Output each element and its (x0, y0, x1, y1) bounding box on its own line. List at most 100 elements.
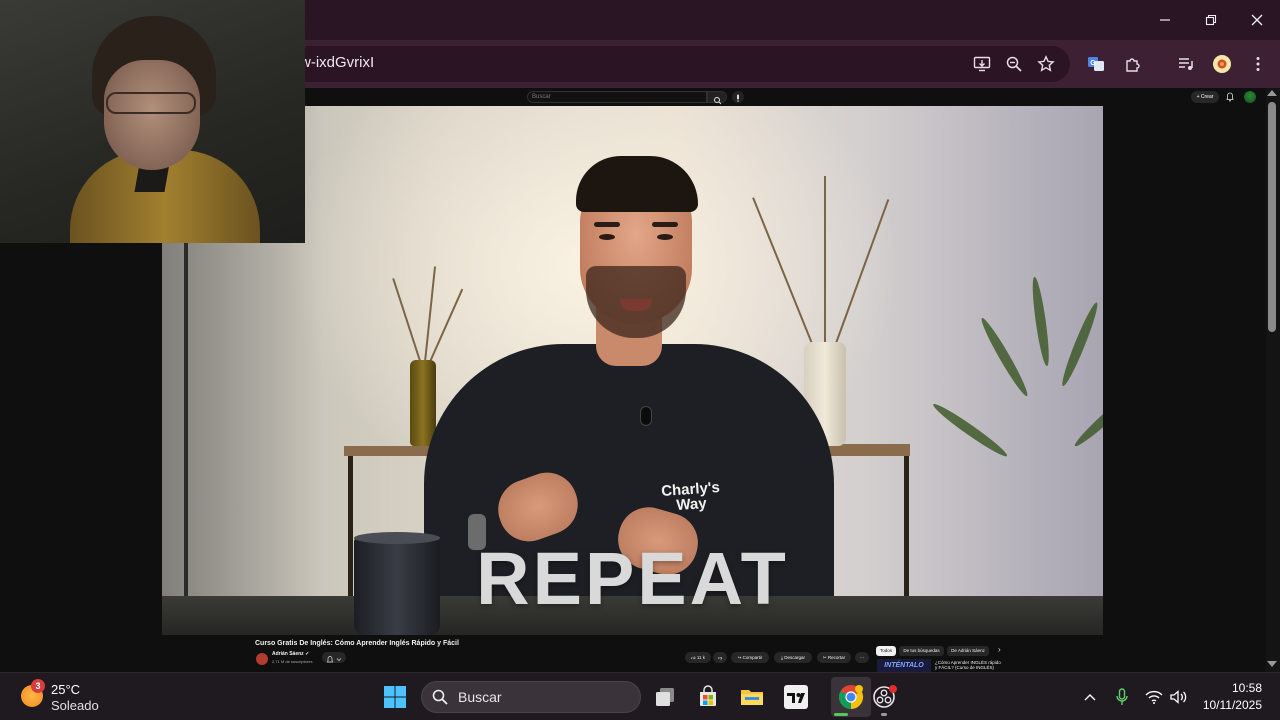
weather-condition[interactable]: Soleado (51, 698, 99, 713)
voice-search-button[interactable] (732, 91, 744, 103)
chrome-running-indicator (834, 713, 848, 716)
taskbar-chrome[interactable] (833, 679, 869, 715)
share-icon: ↪ (737, 655, 742, 660)
taskbar-obs-app[interactable] (866, 679, 902, 715)
taskbar-file-explorer[interactable] (734, 679, 770, 715)
taskbar-tradingview[interactable] (778, 679, 814, 715)
plant-leaf (977, 315, 1032, 399)
install-app-icon[interactable] (968, 50, 996, 78)
volume-icon[interactable] (1168, 687, 1188, 707)
subscription-bell-button[interactable] (322, 652, 346, 663)
download-button[interactable]: ⤓ Descargar (774, 652, 812, 663)
recommended-video-thumbnail[interactable]: INTÉNTALO (877, 659, 931, 672)
channel-avatar[interactable] (256, 653, 268, 665)
youtube-search-button[interactable] (707, 91, 727, 105)
chip-from-channel[interactable]: De Adrián Sáenz (947, 646, 989, 656)
clip-button[interactable]: ✂ Recortar (817, 652, 851, 663)
chip-from-searches[interactable]: De tus búsquedas (899, 646, 944, 656)
taskbar-search-box[interactable] (421, 681, 641, 713)
chips-next-chevron-icon[interactable]: › (998, 645, 1001, 654)
translate-extension-icon[interactable]: G (1082, 50, 1110, 78)
webcam-person-glasses (106, 92, 196, 114)
recommended-video-title[interactable]: ¿Cómo Aprender INGLÉS rápido y FÁCIL? (C… (935, 660, 1001, 671)
address-bar-url[interactable]: w-ixdGvrixI (300, 54, 374, 71)
zoom-icon[interactable] (1000, 50, 1028, 78)
lapel-microphone (640, 406, 652, 426)
windows-logo-icon (384, 686, 406, 708)
video-caption: REPEAT (476, 537, 789, 620)
glass-vase (410, 360, 436, 446)
plant-leaf (1029, 276, 1052, 367)
share-label: Compartir (742, 655, 763, 660)
weather-temperature[interactable]: 25°C (51, 682, 80, 697)
presenter-eye (657, 234, 673, 240)
folder-icon (741, 690, 763, 705)
extensions-puzzle-icon[interactable] (1119, 50, 1147, 78)
shirt-logo: Charly's Way (660, 478, 721, 515)
minimize-button[interactable] (1142, 0, 1188, 40)
windows-taskbar: 3 25°C Soleado Buscar 10:58 10/11/2025 (0, 672, 1280, 720)
clock-date[interactable]: 10/11/2025 (1196, 698, 1262, 712)
task-view-button[interactable] (647, 679, 683, 715)
clip-label: Recortar (827, 655, 846, 660)
media-controls-icon[interactable] (1172, 50, 1200, 78)
video-title: Curso Gratis De Inglés: Cómo Aprender In… (255, 640, 459, 647)
scissors-icon: ✂ (822, 655, 827, 660)
bookmark-star-icon[interactable] (1032, 50, 1060, 78)
clock-time[interactable]: 10:58 (1200, 681, 1262, 695)
chrome-menu-icon[interactable] (1244, 50, 1272, 78)
address-bar[interactable] (290, 46, 1070, 82)
download-icon: ⤓ (780, 655, 783, 660)
more-actions-button[interactable]: ··· (855, 652, 869, 663)
wifi-icon[interactable] (1144, 687, 1164, 707)
taskbar-search-label[interactable]: Buscar (458, 689, 502, 705)
plant-leaf (1058, 300, 1102, 388)
create-button[interactable]: + Crear (1191, 91, 1219, 103)
webcam-person-face (104, 60, 200, 170)
microsoft-store-icon (700, 685, 716, 706)
channel-name[interactable]: Adrián Sáenz ✓ (272, 651, 309, 657)
thumbs-down-icon: 👎︎ (717, 655, 723, 660)
close-window-button[interactable] (1234, 0, 1280, 40)
tradingview-icon (784, 685, 808, 709)
youtube-account-avatar[interactable] (1244, 91, 1256, 103)
search-icon (714, 97, 722, 105)
channel-subscribers: 2,71 M de suscriptores (272, 659, 313, 664)
show-hidden-icons-button[interactable] (1080, 687, 1100, 707)
wifi-signal-icon (1145, 690, 1163, 704)
scroll-up-arrow-icon[interactable] (1267, 90, 1277, 96)
scroll-down-arrow-icon[interactable] (1267, 661, 1277, 667)
microphone-in-use-icon[interactable] (1112, 687, 1132, 707)
presenter-eye (599, 234, 615, 240)
search-icon (432, 689, 448, 705)
notifications-bell-icon[interactable] (1226, 92, 1234, 102)
dried-flower-stem (824, 176, 826, 344)
bell-icon (327, 656, 342, 663)
youtube-search-input[interactable]: Buscar (527, 91, 707, 103)
presenter-eyebrow (652, 222, 678, 227)
chrome-icon (838, 685, 864, 709)
taskbar-store-app[interactable] (690, 679, 726, 715)
microphone-icon (1116, 688, 1128, 705)
svg-text:G: G (1090, 60, 1096, 67)
like-count: 11 k (696, 655, 706, 660)
presenter-eyebrow (594, 222, 620, 227)
obs-recording-icon (873, 685, 897, 708)
restore-button[interactable] (1188, 0, 1234, 40)
start-button[interactable] (377, 679, 413, 715)
obs-running-indicator (881, 713, 887, 716)
chevron-up-icon (1084, 694, 1096, 701)
speaker-icon (1170, 690, 1187, 704)
plant-leaf (930, 400, 1010, 461)
microphone-icon (737, 94, 739, 102)
minimize-icon (1160, 19, 1170, 21)
webcam-overlay (0, 0, 305, 243)
profile-avatar[interactable] (1208, 50, 1236, 78)
dislike-button[interactable]: 👎︎ (713, 652, 727, 663)
task-view-icon (656, 688, 674, 706)
scrollbar-thumb[interactable] (1268, 102, 1276, 332)
share-button[interactable]: ↪ Compartir (731, 652, 769, 663)
chip-all[interactable]: Todos (876, 646, 896, 656)
like-button[interactable]: 👍︎ 11 k (685, 652, 711, 663)
plant-leaf (1071, 382, 1103, 450)
